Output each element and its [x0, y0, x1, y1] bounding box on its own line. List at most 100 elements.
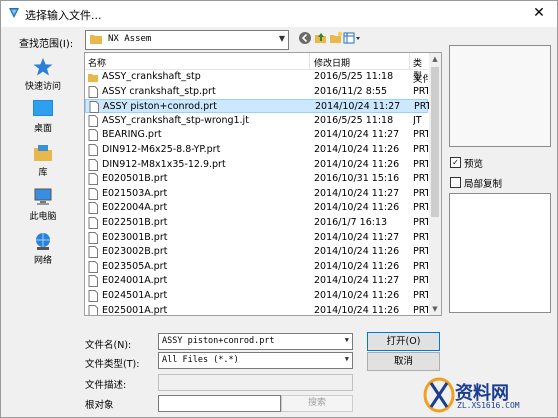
file-name: DIN912-M8x1x35-12.9.prt [102, 158, 226, 170]
file-type: PRT [413, 260, 428, 272]
filename-value: ASSY piston+conrod.prt [162, 336, 275, 346]
file-date: 2014/10/24 11:27 [314, 275, 400, 287]
chevron-down-icon: ▼ [278, 34, 285, 43]
library-icon [34, 145, 52, 161]
file-name: E022501B.prt [102, 217, 168, 228]
close-button[interactable]: ✕ [521, 1, 557, 25]
file-name: BEARING.prt [102, 129, 162, 141]
file-row[interactable]: DIN912-M6x25-8.8-YP.prt 2014/10/24 11:26 P… [85, 143, 428, 157]
file-name: E023001B.prt [102, 231, 168, 243]
search-button[interactable]: 搜索 [281, 395, 353, 412]
file-row[interactable]: BEARING.prt 2014/10/24 11:27 PRT [85, 128, 428, 142]
file-row[interactable]: ASSY_crankshaft_stp 2016/5/25 11:18 文件 [85, 70, 428, 85]
file-row[interactable]: E022004A.prt 2014/10/24 11:26 PRT [85, 201, 428, 215]
file-row[interactable]: E024001A.prt 2014/10/24 11:27 PRT [85, 274, 428, 288]
description-label: 文件描述: [85, 380, 127, 391]
file-type: PRT [413, 85, 428, 97]
checkbox-box[interactable]: ✓ [450, 157, 461, 168]
file-name: E023002B.prt [102, 246, 168, 258]
file-date: 2014/10/24 11:27 [314, 129, 400, 141]
desktop-icon [33, 100, 53, 116]
file-type: JT [413, 114, 422, 126]
network-icon [36, 233, 50, 250]
file-icon [88, 129, 98, 142]
app-icon [9, 8, 19, 18]
file-row[interactable]: ASSY piston+conrod.prt 2014/10/24 11:27 PR… [85, 99, 429, 114]
file-name: E024001A.prt [102, 275, 168, 287]
file-icon [88, 260, 98, 273]
file-date: 2014/10/24 11:26 [314, 290, 400, 301]
file-date: 2016/5/25 11:18 [314, 114, 394, 126]
chevron-down-icon[interactable]: ▼ [345, 336, 349, 344]
place-this-pc[interactable]: 此电脑 [11, 187, 75, 222]
file-name: ASSY_crankshaft_stp-wrong1.jt [102, 114, 249, 126]
lookin-dropdown[interactable]: NX Assem ▼ [85, 30, 289, 50]
file-name: E022004A.prt [102, 202, 168, 214]
window-title: 选择输入文件... [25, 9, 102, 22]
file-row[interactable]: E023002B.prt 2014/10/24 11:26 PRT [85, 245, 428, 259]
checkbox-box[interactable] [450, 177, 461, 188]
file-row[interactable]: E023505A.prt 2014/10/24 11:26 PRT [85, 260, 428, 274]
chevron-down-icon: ▼ [344, 355, 349, 363]
place-label: 桌面 [33, 124, 52, 134]
filetype-label: 文件类型(T): [85, 359, 140, 370]
file-date: 2014/10/24 11:27 [315, 101, 401, 113]
filename-input[interactable]: ASSY piston+conrod.prt ▼ [158, 333, 353, 350]
file-row[interactable]: E021503A.prt 2014/10/24 11:27 PRT [85, 187, 428, 201]
new-folder-icon[interactable] [329, 31, 343, 45]
file-type: PRT [413, 217, 428, 228]
view-menu-icon[interactable] [343, 31, 361, 45]
file-date: 2014/10/24 11:27 [314, 187, 400, 199]
file-name: ASSY piston+conrod.prt [103, 101, 217, 113]
file-icon [88, 217, 98, 229]
place-quick-access[interactable]: 快速访问 [11, 57, 75, 92]
close-icon: ✕ [533, 5, 545, 21]
file-icon [88, 202, 98, 215]
file-date: 2014/10/24 11:26 [314, 144, 400, 155]
file-icon [88, 304, 98, 315]
file-icon [88, 158, 98, 171]
place-desktop[interactable]: 桌面 [11, 99, 75, 134]
scroll-thumb[interactable] [431, 67, 439, 217]
file-icon [88, 290, 98, 302]
file-name: ASSY_crankshaft_stp [102, 71, 201, 82]
place-library[interactable]: 库 [11, 143, 75, 178]
place-network[interactable]: 网络 [11, 231, 75, 266]
root-input[interactable] [158, 395, 281, 412]
scroll-down-icon[interactable]: ▼ [429, 303, 441, 315]
file-type: PRT [413, 129, 428, 141]
file-row[interactable]: E025001A.prt 2014/10/24 11:26 PRT [85, 304, 428, 316]
file-type: PRT [413, 275, 428, 287]
file-name: E023505A.prt [102, 260, 168, 272]
file-row[interactable]: E020501B.prt 2016/10/31 15:16 PRT [85, 172, 428, 186]
file-icon [88, 275, 98, 288]
file-row[interactable]: DIN912-M8x1x35-12.9.prt 2014/10/24 11:26 P… [85, 158, 428, 172]
file-date: 2014/10/24 11:26 [314, 246, 400, 258]
scroll-up-icon[interactable]: ▲ [429, 53, 441, 65]
filetype-select[interactable]: All Files (*.*) ▼ [158, 352, 353, 369]
preview-pane [449, 45, 551, 147]
back-icon[interactable] [298, 31, 312, 45]
file-row[interactable]: ASSY_crankshaft_stp-wrong1.jt 2016/5/25 1… [85, 114, 428, 128]
place-label: 库 [38, 168, 48, 178]
folder-icon [90, 35, 102, 44]
file-date: 2014/10/24 11:26 [314, 304, 400, 316]
file-name: DIN912-M6x25-8.8-YP.prt [102, 144, 221, 155]
file-name: E025001A.prt [102, 304, 168, 316]
file-row[interactable]: E023001B.prt 2014/10/24 11:27 PRT [85, 231, 428, 245]
up-folder-icon[interactable] [314, 31, 328, 45]
col-date-header[interactable]: 修改日期 [314, 56, 350, 69]
place-label: 快速访问 [24, 82, 61, 92]
file-row[interactable]: ASSY crankshaft_stp.prt 2016/11/2 8:55 PRT [85, 85, 428, 99]
file-list[interactable]: 名称 修改日期 类型 ASSY_crankshaft_stp 2016/5/25 … [84, 52, 442, 316]
vertical-scrollbar[interactable]: ▲ ▼ [429, 53, 441, 315]
description-field [158, 374, 353, 391]
folder-icon [88, 71, 98, 83]
file-date: 2016/5/25 11:18 [314, 71, 394, 82]
file-row[interactable]: E024501A.prt 2014/10/24 11:26 PRT [85, 289, 428, 303]
open-button[interactable]: 打开(O) [367, 332, 440, 351]
col-name-header[interactable]: 名称 [88, 56, 106, 69]
file-icon [88, 173, 98, 186]
file-row[interactable]: E022501B.prt 2016/1/7 16:13 PRT [85, 216, 428, 230]
file-icon [88, 85, 98, 98]
